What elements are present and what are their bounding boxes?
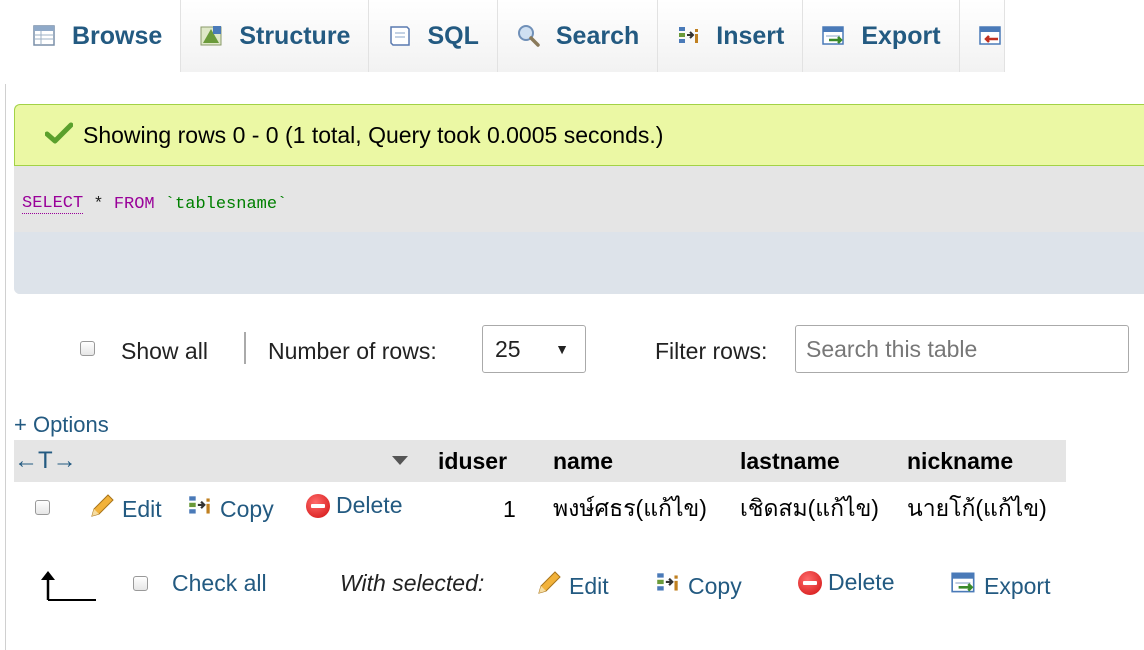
tab-export-label: Export — [861, 21, 941, 50]
sql-action-strip — [14, 232, 1144, 294]
cell-nickname: นายโก้(แก้ไข) — [907, 495, 1047, 521]
tab-browse-label: Browse — [72, 21, 163, 50]
sql-icon — [387, 23, 413, 49]
search-icon — [516, 23, 542, 49]
with-selected-label: With selected: — [340, 570, 485, 596]
export-icon — [821, 23, 847, 49]
sql-keyword-select[interactable]: SELECT — [22, 194, 84, 214]
rows-per-page-value: 25 — [495, 335, 521, 362]
copy-icon — [186, 492, 214, 526]
tab-more[interactable] — [959, 0, 1005, 72]
bulk-edit-label: Edit — [569, 572, 609, 599]
cell-lastname: เชิดสม(แก้ไข) — [740, 495, 879, 521]
pencil-icon — [535, 569, 563, 603]
bulk-export-button[interactable]: Export — [950, 569, 1050, 603]
sql-table-name: `tablesname` — [154, 194, 288, 214]
table-navigation: Show all Number of rows: 25 ▼ Filter row… — [0, 322, 1144, 380]
select-arrow-icon — [38, 568, 98, 609]
options-link[interactable]: + Options — [14, 412, 109, 438]
row-edit-label: Edit — [122, 495, 162, 522]
column-arrows-icon[interactable]: ←T→ — [14, 440, 77, 482]
row-copy-label: Copy — [220, 495, 274, 522]
tab-insert[interactable]: Insert — [658, 0, 804, 72]
bulk-delete-button[interactable]: Delete — [798, 569, 894, 596]
success-message: Showing rows 0 - 0 (1 total, Query took … — [14, 104, 1144, 166]
tab-structure[interactable]: Structure — [181, 0, 370, 72]
number-of-rows-label: Number of rows: — [268, 338, 437, 364]
sql-keyword-from: FROM — [113, 194, 155, 214]
check-all-label[interactable]: Check all — [172, 570, 267, 597]
row-checkbox[interactable] — [35, 500, 50, 515]
row-edit-link[interactable]: Edit — [88, 492, 162, 526]
checkmark-icon — [44, 122, 74, 149]
sql-query: SELECT * FROM `tablesname` — [22, 190, 287, 218]
bulk-copy-button[interactable]: Copy — [654, 569, 742, 603]
sql-query-box: SELECT * FROM `tablesname` — [14, 166, 1144, 294]
tab-browse[interactable]: Browse — [14, 0, 182, 72]
row-delete-label: Delete — [336, 492, 403, 518]
show-all-label[interactable]: Show all — [121, 338, 208, 365]
export-icon — [950, 569, 978, 603]
filter-rows-label: Filter rows: — [655, 338, 768, 364]
bulk-copy-label: Copy — [688, 572, 742, 599]
browse-icon — [32, 23, 58, 49]
tab-structure-label: Structure — [239, 21, 351, 50]
success-message-text: Showing rows 0 - 0 (1 total, Query took … — [83, 121, 664, 148]
cell-name: พงษ์ศธร(แก้ไข) — [553, 495, 707, 521]
bulk-edit-button[interactable]: Edit — [535, 569, 609, 603]
sql-star: * — [83, 194, 114, 214]
tab-sql-label: SQL — [427, 21, 479, 50]
rows-per-page-select[interactable]: 25 ▼ — [482, 325, 586, 373]
delete-icon — [306, 493, 330, 518]
tab-search-label: Search — [555, 21, 640, 50]
tab-search[interactable]: Search — [497, 0, 659, 72]
show-all-checkbox[interactable] — [80, 341, 95, 356]
structure-icon — [199, 23, 225, 49]
bulk-export-label: Export — [984, 572, 1051, 599]
top-tab-bar: Browse Structure SQL Search Insert Expor… — [14, 0, 1144, 72]
column-header-nickname[interactable]: nickname — [907, 440, 1013, 482]
tab-export[interactable]: Export — [803, 0, 960, 72]
nav-separator — [244, 332, 246, 364]
tab-sql[interactable]: SQL — [369, 0, 498, 72]
sort-dropdown-icon[interactable] — [390, 440, 410, 482]
tab-insert-label: Insert — [716, 21, 785, 50]
cell-iduser: 1 — [503, 495, 516, 522]
column-header-iduser[interactable]: iduser — [438, 440, 507, 482]
dropdown-arrow-icon: ▼ — [555, 341, 569, 357]
bulk-delete-label: Delete — [828, 569, 895, 595]
import-icon — [978, 23, 1004, 49]
row-delete-link[interactable]: Delete — [306, 492, 402, 519]
filter-rows-input[interactable]: Search this table — [795, 325, 1129, 373]
delete-icon — [798, 570, 822, 595]
check-all-checkbox[interactable] — [133, 576, 148, 591]
row-copy-link[interactable]: Copy — [186, 492, 274, 526]
pencil-icon — [88, 492, 116, 526]
insert-icon — [676, 23, 702, 49]
column-header-lastname[interactable]: lastname — [740, 440, 840, 482]
copy-icon — [654, 569, 682, 603]
column-header-name[interactable]: name — [553, 440, 613, 482]
